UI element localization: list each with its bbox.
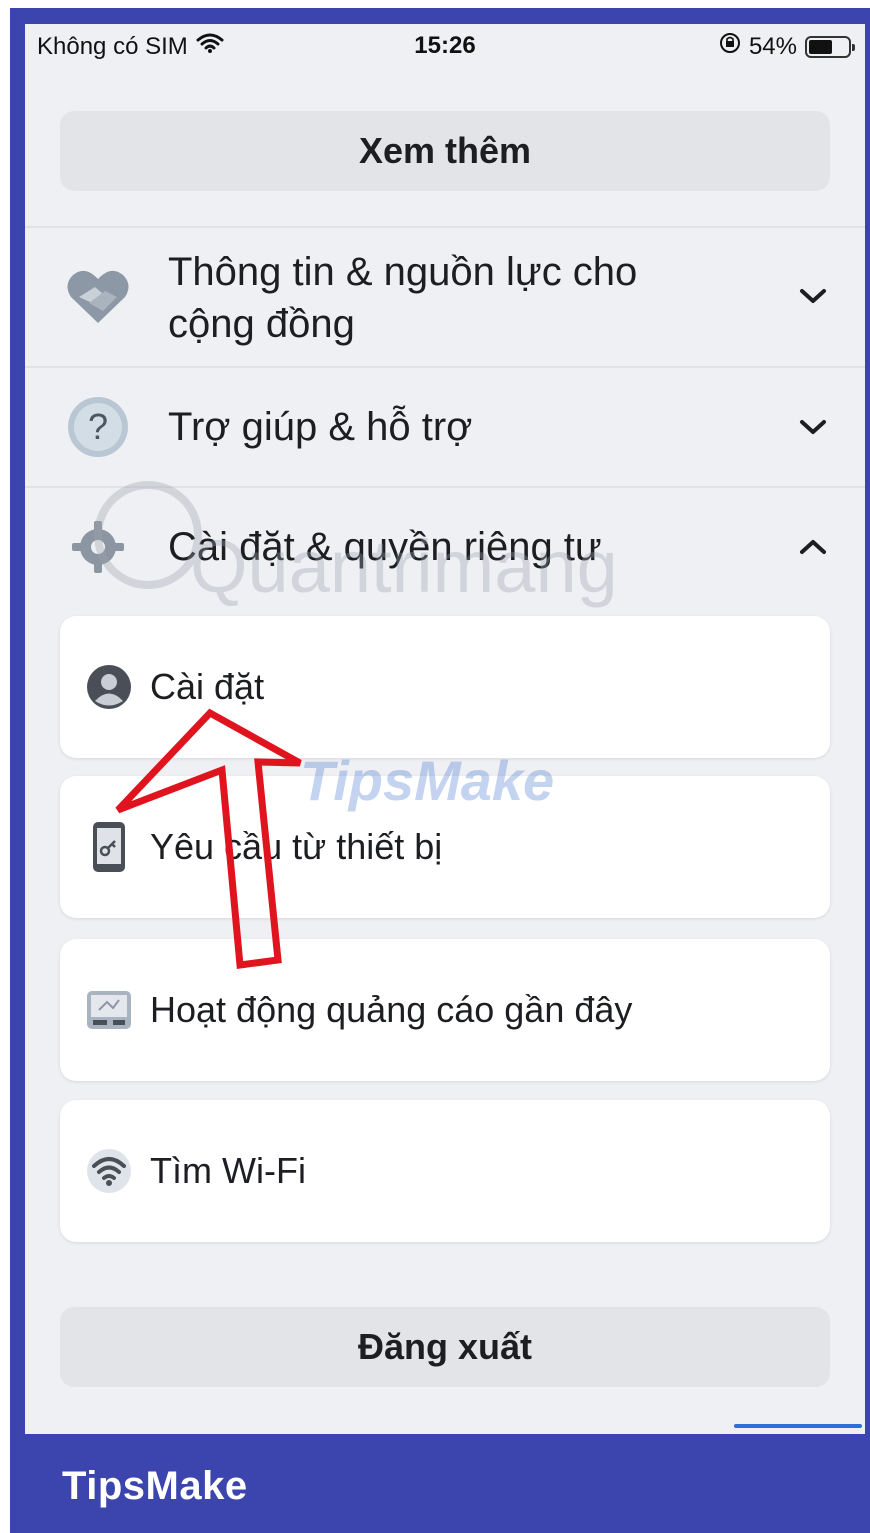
chevron-down-icon — [797, 411, 829, 443]
ad-activity-icon — [84, 985, 134, 1035]
battery-icon — [805, 35, 855, 58]
section-label: Trợ giúp & hỗ trợ — [168, 405, 473, 449]
status-bar: Không có SIM 15:26 54% — [25, 24, 865, 94]
handshake-heart-icon — [65, 264, 131, 330]
scroll-indicator — [734, 1424, 862, 1428]
phone-screen: Không có SIM 15:26 54% Xem thêm Thông ti… — [25, 24, 865, 1434]
section-label-line2: cộng đồng — [168, 302, 355, 346]
settings-item-label: Tìm Wi-Fi — [150, 1150, 306, 1191]
section-community-info[interactable]: Thông tin & nguồn lực cho cộng đồng — [25, 228, 865, 366]
settings-item-label: Hoạt động quảng cáo gần đây — [150, 989, 633, 1030]
footer-brand: TipsMake — [62, 1464, 248, 1508]
see-more-button[interactable]: Xem thêm — [60, 111, 830, 191]
settings-item-ad-activity[interactable]: Hoạt động quảng cáo gần đây — [60, 939, 830, 1081]
settings-item-label: Yêu cầu từ thiết bị — [150, 826, 443, 867]
svg-text:?: ? — [88, 406, 108, 447]
status-battery-group: 54% — [719, 32, 855, 61]
settings-item-settings[interactable]: Cài đặt — [60, 616, 830, 758]
logout-button[interactable]: Đăng xuất — [60, 1307, 830, 1387]
battery-percent: 54% — [748, 32, 797, 60]
settings-item-device-requests[interactable]: Yêu cầu từ thiết bị — [60, 776, 830, 918]
phone-key-icon — [84, 822, 134, 872]
section-label: Cài đặt & quyền riêng tư — [168, 525, 602, 569]
section-help-support[interactable]: ? Trợ giúp & hỗ trợ — [25, 368, 865, 486]
help-question-icon: ? — [65, 394, 131, 460]
settings-item-find-wifi[interactable]: Tìm Wi-Fi — [60, 1100, 830, 1242]
section-settings-privacy[interactable]: Cài đặt & quyền riêng tư — [25, 488, 865, 606]
orientation-lock-icon — [719, 32, 741, 61]
settings-item-label: Cài đặt — [150, 666, 265, 707]
chevron-up-icon — [797, 531, 829, 563]
user-avatar-icon — [84, 662, 134, 712]
wifi-icon — [84, 1146, 134, 1196]
section-label-line1: Thông tin & nguồn lực cho — [168, 250, 638, 294]
section-label: Thông tin & nguồn lực cho cộng đồng — [168, 246, 637, 350]
battery-fill — [809, 39, 832, 54]
gear-icon — [65, 514, 131, 580]
chevron-down-icon — [797, 280, 829, 312]
